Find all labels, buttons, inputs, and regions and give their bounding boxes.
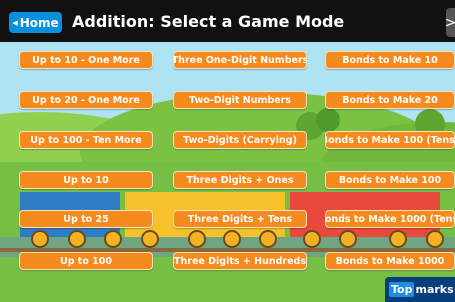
home-button[interactable]: ◀ Home [9, 12, 62, 33]
mode-button[interactable]: Bonds to Make 1000 [325, 252, 455, 270]
mode-button[interactable]: Up to 20 - One More [19, 91, 153, 109]
mode-button[interactable]: Bonds to Make 100 [325, 171, 455, 189]
mode-button[interactable]: Up to 25 [19, 210, 153, 228]
game-mode-grid: Up to 10 - One More Three One-Digit Numb… [0, 42, 455, 302]
mode-button[interactable]: Two-Digits (Carrying) [173, 131, 307, 149]
mode-button[interactable]: Bonds to Make 100 (Tens) [325, 131, 455, 149]
chevron-right-icon: > [446, 14, 455, 31]
logo-text-top: Top [389, 282, 415, 297]
next-arrow-button[interactable]: > [446, 8, 455, 37]
mode-button[interactable]: Up to 10 - One More [19, 51, 153, 69]
mode-button[interactable]: Three Digits + Ones [173, 171, 307, 189]
mode-button[interactable]: Up to 10 [19, 171, 153, 189]
mode-button[interactable]: Three One-Digit Numbers [173, 51, 307, 69]
page-title: Addition: Select a Game Mode [72, 12, 345, 31]
mode-button[interactable]: Three Digits + Hundreds [173, 252, 307, 270]
top-bar: ◀ Home Addition: Select a Game Mode > [0, 0, 455, 42]
logo-text-marks: marks [415, 283, 454, 296]
mode-button[interactable]: Up to 100 - Ten More [19, 131, 153, 149]
home-label: Home [19, 15, 59, 30]
mode-button[interactable]: Up to 100 [19, 252, 153, 270]
mode-button[interactable]: Bonds to Make 20 [325, 91, 455, 109]
mode-button[interactable]: Bonds to Make 1000 (Tens) [325, 210, 455, 228]
topmarks-logo[interactable]: Top marks [385, 277, 455, 302]
mode-button[interactable]: Two-Digit Numbers [173, 91, 307, 109]
mode-button[interactable]: Bonds to Make 10 [325, 51, 455, 69]
mode-button[interactable]: Three Digits + Tens [173, 210, 307, 228]
left-arrow-icon: ◀ [12, 18, 18, 27]
game-screen: ◀ Home Addition: Select a Game Mode > Up… [0, 0, 455, 302]
